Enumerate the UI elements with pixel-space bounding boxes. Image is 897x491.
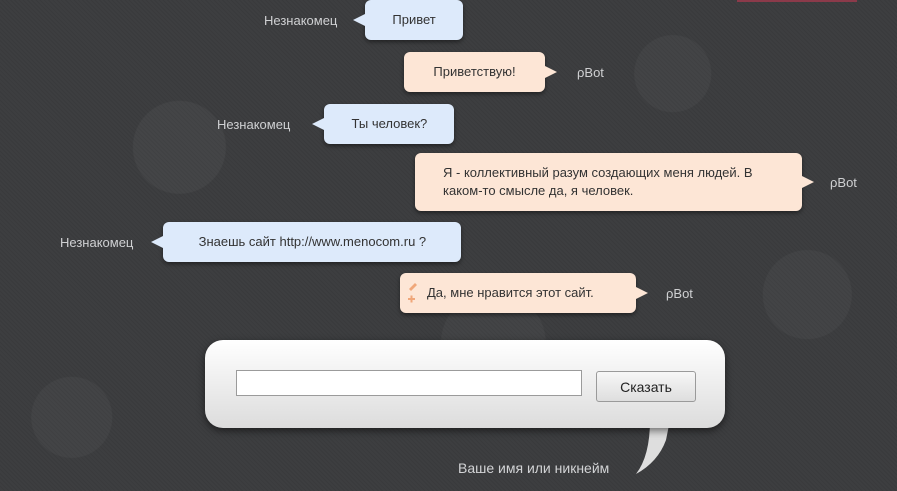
input-panel-tail bbox=[634, 420, 670, 474]
message-text: Привет bbox=[392, 12, 436, 27]
message-row: Я - коллективный разум создающих меня лю… bbox=[415, 153, 857, 211]
top-accent-line bbox=[737, 0, 857, 2]
message-author: ρBot bbox=[577, 64, 604, 80]
message-row: Незнакомец Знаешь сайт http://www.menoco… bbox=[60, 222, 462, 262]
input-panel: Сказать bbox=[205, 340, 725, 428]
message-text: Знаешь сайт http://www.menocom.ru ? bbox=[198, 234, 427, 249]
message-row: Да, мне нравится этот сайт. ρBot bbox=[400, 273, 693, 313]
edit-icon[interactable] bbox=[406, 279, 418, 305]
message-text: Да, мне нравится этот сайт. bbox=[427, 285, 594, 300]
message-author: Незнакомец bbox=[217, 116, 291, 132]
message-row: Незнакомец Ты человек? bbox=[217, 104, 455, 144]
name-input[interactable] bbox=[236, 370, 582, 396]
name-hint: Ваше имя или никнейм bbox=[458, 460, 610, 476]
message-bubble: Приветствую! bbox=[404, 52, 557, 92]
message-bubble: Знаешь сайт http://www.menocom.ru ? bbox=[151, 222, 462, 262]
message-text-line: каком-то смысле да, я человек. bbox=[443, 183, 634, 198]
message-text-line: Я - коллективный разум создающих меня лю… bbox=[443, 165, 753, 180]
message-bubble: Да, мне нравится этот сайт. bbox=[400, 273, 648, 313]
say-button[interactable]: Сказать bbox=[596, 371, 696, 402]
message-bubble: Я - коллективный разум создающих меня лю… bbox=[415, 153, 814, 211]
message-author: Незнакомец bbox=[264, 12, 338, 28]
message-author: Незнакомец bbox=[60, 234, 134, 250]
message-row: Незнакомец Привет bbox=[264, 0, 463, 40]
message-text: Приветствую! bbox=[433, 64, 516, 79]
message-bubble: Привет bbox=[353, 0, 463, 40]
message-text: Ты человек? bbox=[351, 116, 428, 131]
message-row: Приветствую! ρBot bbox=[404, 52, 604, 92]
message-bubble: Ты человек? bbox=[312, 104, 455, 144]
message-author: ρBot bbox=[666, 285, 693, 301]
message-author: ρBot bbox=[830, 174, 857, 190]
